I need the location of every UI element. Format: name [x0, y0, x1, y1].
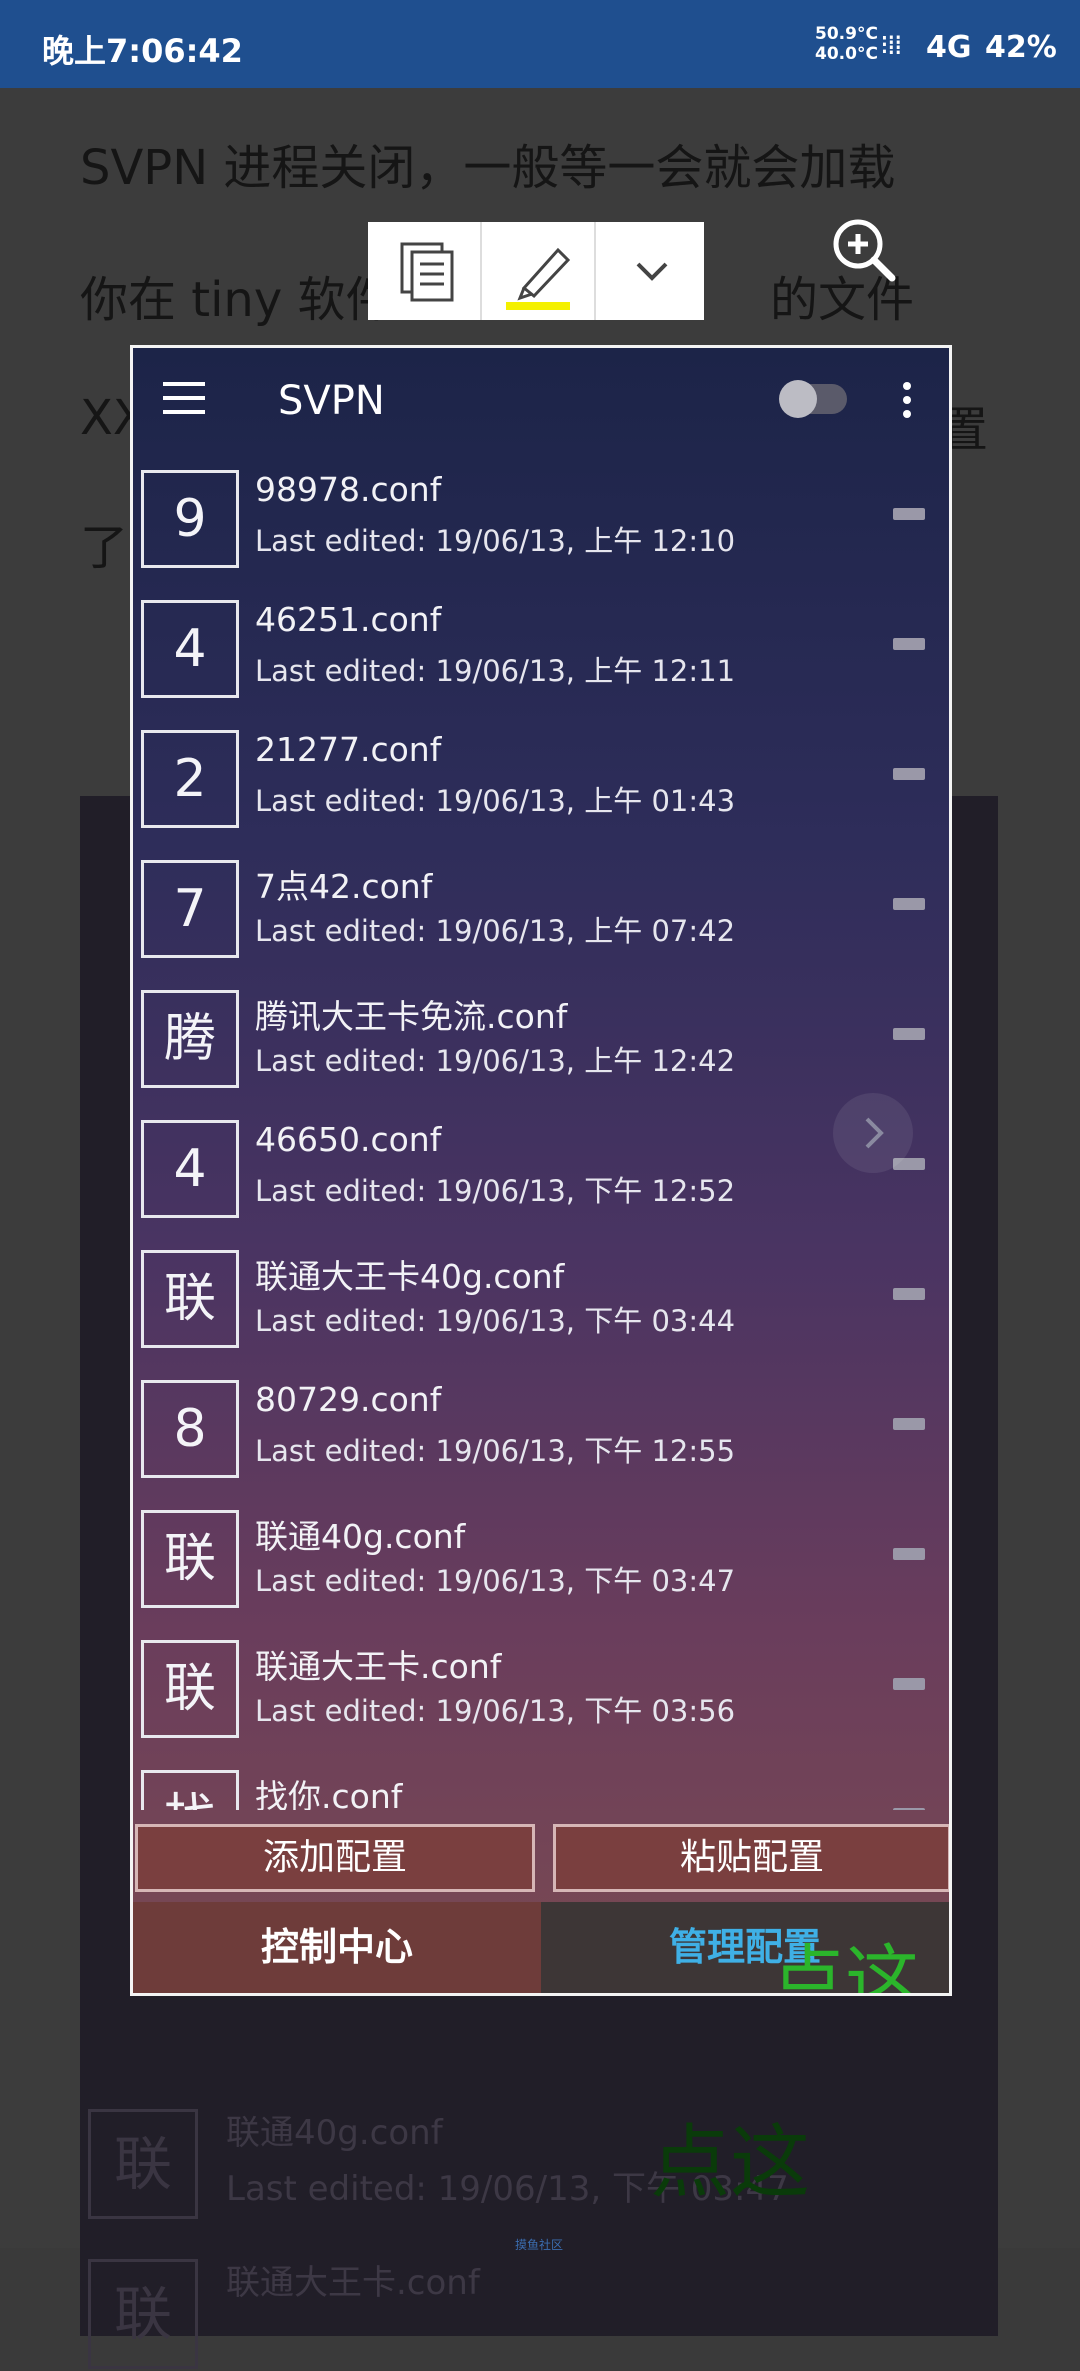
item-edited: Last edited: 19/06/13, 上午 12:11	[255, 654, 736, 688]
item-badge: 2	[141, 730, 239, 828]
drag-handle[interactable]	[893, 1548, 925, 1560]
list-item[interactable]: 联 联通大王卡40g.conf Last edited: 19/06/13, 下…	[133, 1250, 949, 1380]
item-edited: Last edited: 19/06/13, 上午 12:10	[255, 524, 736, 558]
item-edited: Last edited: 19/06/13, 上午 07:42	[255, 914, 736, 948]
item-badge: 找	[141, 1770, 239, 1810]
add-config-button[interactable]: 添加配置	[135, 1824, 535, 1892]
item-badge: 联	[141, 1510, 239, 1608]
annotation-label: 点这	[771, 1937, 919, 1996]
drag-handle[interactable]	[893, 1418, 925, 1430]
item-edited: Last edited: 19/06/13, 下午 12:55	[255, 1434, 736, 1468]
tab-control-center[interactable]: 控制中心	[133, 1902, 541, 1993]
item-name: 联通大王卡.conf	[226, 2263, 480, 2303]
item-edited: Last edited: 19/06/13, 下午 12:52	[255, 1174, 736, 1208]
highlighter-icon	[506, 247, 571, 310]
svpn-app-screenshot: SVPN 9 98978.conf Last edited: 19/06/13,…	[130, 345, 952, 1996]
item-badge: 联	[141, 1250, 239, 1348]
battery-level: 42%	[985, 30, 1057, 65]
list-item[interactable]: 联 联通40g.conf Last edited: 19/06/13, 下午 0…	[133, 1510, 949, 1640]
item-edited: Last edited: 19/06/13, 下午 03:47	[255, 1564, 736, 1598]
item-badge: 联	[88, 2259, 198, 2369]
list-item[interactable]: 4 46650.conf Last edited: 19/06/13, 下午 1…	[133, 1120, 949, 1250]
item-name: 7点42.conf	[255, 867, 433, 906]
item-badge: 7	[141, 860, 239, 958]
item-badge: 9	[141, 470, 239, 568]
drag-handle[interactable]	[893, 1678, 925, 1690]
drag-handle[interactable]	[893, 768, 925, 780]
item-badge: 联	[141, 1640, 239, 1738]
list-item: 联 联通40g.conf Last edited: 19/06/13, 下午 0…	[88, 2101, 988, 2221]
drag-handle[interactable]	[893, 638, 925, 650]
item-name: 联通40g.conf	[226, 2113, 443, 2153]
zoom-in-icon[interactable]	[830, 216, 898, 284]
signal-icon: ⁝⁞⁞	[880, 28, 903, 61]
chevron-down-icon	[636, 262, 668, 281]
list-item[interactable]: 腾 腾讯大王卡免流.conf Last edited: 19/06/13, 上午…	[133, 990, 949, 1120]
overflow-menu-icon[interactable]	[903, 382, 913, 422]
drag-handle[interactable]	[893, 508, 925, 520]
status-bar: 晚上7:06:42 50.9°C 40.0°C ⁝⁞⁞ 4G 42%	[0, 0, 1080, 88]
list-item[interactable]: 找 找你.conf	[133, 1770, 949, 1810]
item-edited: Last edited: 19/06/13, 下午 03:56	[255, 1694, 736, 1728]
item-edited: Last edited: 19/06/13, 上午 01:43	[255, 784, 736, 818]
item-badge: 4	[141, 1120, 239, 1218]
item-name: 98978.conf	[255, 470, 442, 509]
clock: 晚上7:06:42	[42, 32, 243, 70]
app-bar: SVPN	[133, 348, 949, 448]
item-edited: Last edited: 19/06/13, 下午 03:44	[255, 1304, 736, 1338]
drag-handle[interactable]	[893, 1028, 925, 1040]
footer-watermark: 摸鱼社区	[515, 2238, 564, 2252]
app-title: SVPN	[278, 378, 385, 424]
list-item[interactable]: 9 98978.conf Last edited: 19/06/13, 上午 1…	[133, 470, 949, 600]
temperature-bottom: 40.0°C	[815, 44, 878, 64]
item-name: 联通大王卡40g.conf	[255, 1257, 565, 1296]
drag-handle[interactable]	[893, 1808, 925, 1810]
list-item[interactable]: 联 联通大王卡.conf Last edited: 19/06/13, 下午 0…	[133, 1640, 949, 1770]
more-button[interactable]	[594, 222, 706, 320]
drag-handle[interactable]	[893, 898, 925, 910]
item-badge: 腾	[141, 990, 239, 1088]
temperature-readout: 50.9°C 40.0°C	[815, 24, 878, 64]
list-item[interactable]: 4 46251.conf Last edited: 19/06/13, 上午 1…	[133, 600, 949, 730]
article-line: 你在 tiny 软件	[80, 272, 394, 328]
menu-icon[interactable]	[163, 382, 205, 414]
paste-config-button[interactable]: 粘贴配置	[553, 1824, 949, 1892]
copy-icon	[400, 242, 454, 302]
item-name: 46650.conf	[255, 1120, 442, 1159]
article-line: 了	[80, 520, 129, 576]
list-item: 联 联通大王卡.conf	[88, 2251, 988, 2371]
item-edited: Last edited: 19/06/13, 上午 12:42	[255, 1044, 736, 1078]
list-item[interactable]: 7 7点42.conf Last edited: 19/06/13, 上午 07…	[133, 860, 949, 990]
list-item[interactable]: 8 80729.conf Last edited: 19/06/13, 下午 1…	[133, 1380, 949, 1510]
item-name: 46251.conf	[255, 600, 442, 639]
temperature-top: 50.9°C	[815, 24, 878, 44]
next-page-button[interactable]	[833, 1093, 913, 1173]
vpn-toggle[interactable]	[779, 380, 847, 418]
chevron-right-icon	[865, 1117, 884, 1149]
highlight-button[interactable]	[480, 222, 594, 320]
item-badge: 4	[141, 600, 239, 698]
item-badge: 8	[141, 1380, 239, 1478]
item-name: 找你.conf	[255, 1777, 403, 1810]
selection-toolbar	[368, 222, 704, 320]
item-name: 21277.conf	[255, 730, 442, 769]
item-name: 80729.conf	[255, 1380, 442, 1419]
network-type: 4G	[926, 30, 972, 65]
item-name: 联通大王卡.conf	[255, 1647, 502, 1686]
article-line: SVPN 进程关闭，一般等一会就会加载	[80, 140, 896, 196]
list-item[interactable]: 2 21277.conf Last edited: 19/06/13, 上午 0…	[133, 730, 949, 860]
item-name: 联通40g.conf	[255, 1517, 466, 1556]
item-badge: 联	[88, 2109, 198, 2219]
config-list: 9 98978.conf Last edited: 19/06/13, 上午 1…	[133, 470, 949, 1810]
background-annotation: 点这	[650, 2116, 810, 2209]
copy-button[interactable]	[368, 222, 480, 320]
drag-handle[interactable]	[893, 1288, 925, 1300]
item-name: 腾讯大王卡免流.conf	[255, 997, 568, 1036]
